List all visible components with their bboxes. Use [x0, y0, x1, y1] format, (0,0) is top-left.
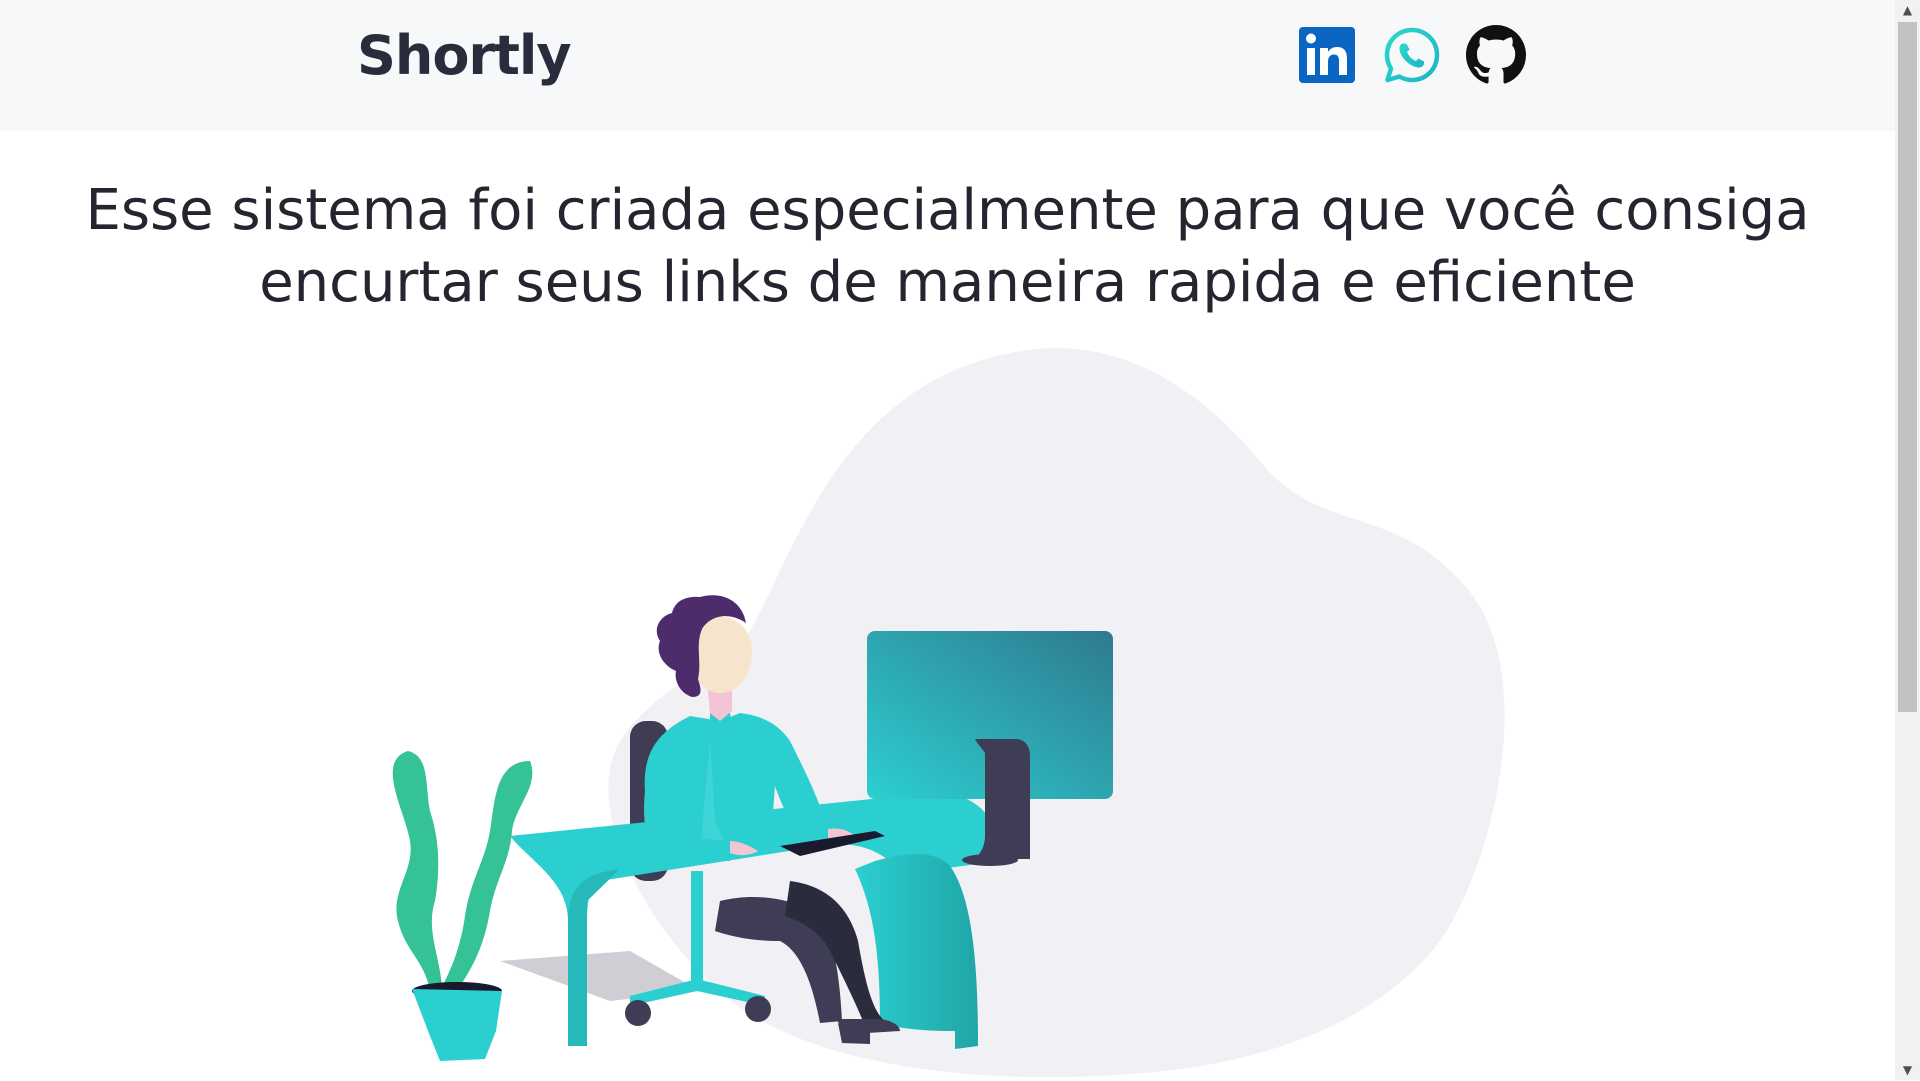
scroll-up-arrow-icon[interactable]: ▲: [1895, 0, 1920, 20]
hero-headline: Esse sistema foi criada especialmente pa…: [85, 178, 1810, 315]
scrollbar-thumb[interactable]: [1898, 22, 1917, 712]
github-icon: [1466, 25, 1526, 84]
brand-logo-link[interactable]: Shortly: [357, 24, 572, 87]
navbar: Shortly: [0, 0, 1895, 131]
whatsapp-icon: [1384, 27, 1440, 83]
plant: [392, 751, 533, 1061]
linkedin-link[interactable]: [1297, 25, 1357, 85]
vertical-scrollbar[interactable]: ▲ ▼: [1895, 0, 1920, 1080]
scroll-down-arrow-icon[interactable]: ▼: [1895, 1060, 1920, 1080]
person-at-desk-illustration: [392, 347, 1505, 1078]
linkedin-icon: [1299, 27, 1355, 83]
main-content: Esse sistema foi criada especialmente pa…: [0, 131, 1895, 1080]
github-link[interactable]: [1466, 25, 1526, 85]
whatsapp-link[interactable]: [1382, 25, 1442, 85]
